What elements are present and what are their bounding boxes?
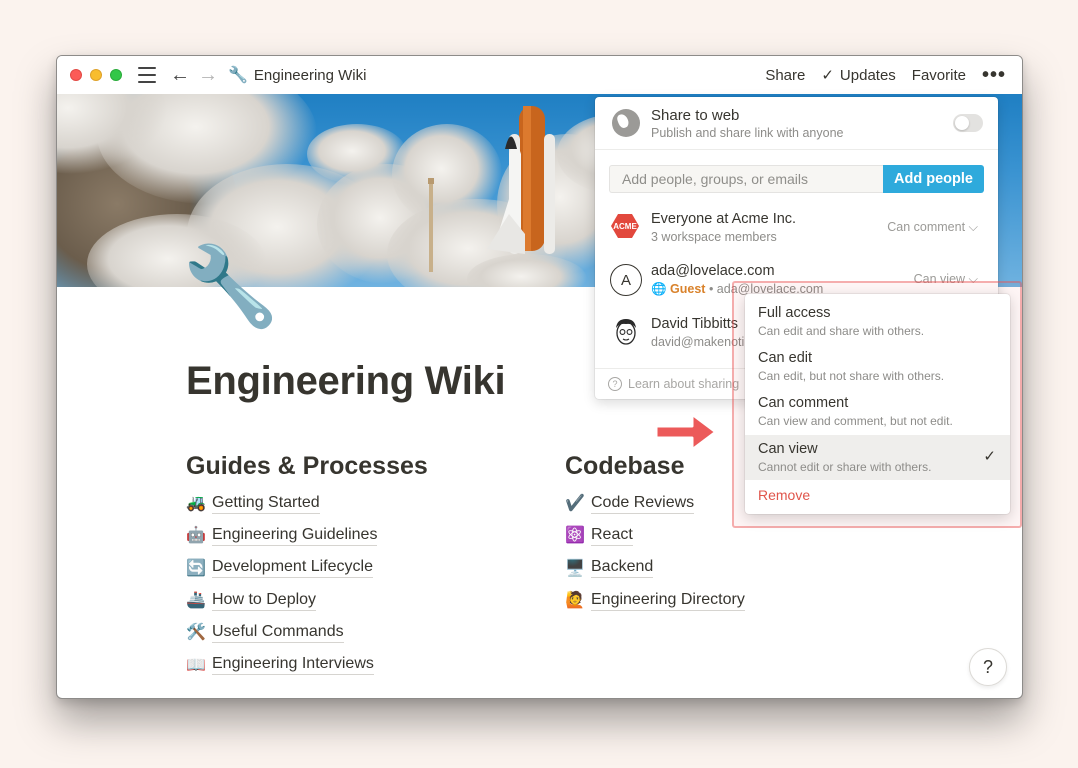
codebase-column: Codebase ✔️ Code Reviews ⚛️ React 🖥️ Backen…: [565, 452, 745, 616]
option-description: Can view and comment, but not edit.: [758, 414, 953, 428]
page-icon-wrench[interactable]: 🔧: [182, 241, 279, 333]
more-options-icon[interactable]: •••: [982, 64, 1006, 87]
favorite-button[interactable]: Favorite: [912, 67, 966, 84]
link-label: Engineering Interviews: [212, 654, 374, 676]
breadcrumb-page-title[interactable]: Engineering Wiki: [254, 67, 367, 84]
updates-button[interactable]: ✓ Updates: [821, 66, 895, 84]
permission-option-can-view[interactable]: Can view Cannot edit or share with other…: [745, 435, 1010, 480]
share-button[interactable]: Share: [765, 67, 805, 84]
robot-icon: 🤖: [186, 527, 206, 545]
checkmark-icon: ✓: [983, 448, 996, 465]
updates-label: Updates: [839, 67, 896, 84]
column-heading: Guides & Processes: [186, 452, 428, 480]
guest-badge: 🌐 Guest: [651, 282, 706, 296]
title-bar: ← → 🔧 Engineering Wiki Share ✓ Updates Fa…: [57, 56, 1022, 94]
link-label: React: [591, 525, 633, 546]
link-label: Code Reviews: [591, 493, 695, 514]
permission-option-can-comment[interactable]: Can comment Can view and comment, but no…: [745, 384, 1010, 429]
option-title: Can comment: [758, 395, 849, 411]
page-title[interactable]: Engineering Wiki: [186, 359, 506, 404]
checkmark-icon: ✔️: [565, 495, 585, 513]
permission-option-full-access[interactable]: Full access Can edit and share with othe…: [745, 294, 1010, 339]
topbar-actions: Share ✓ Updates Favorite •••: [765, 64, 1006, 87]
tractor-icon: 🚜: [186, 495, 206, 513]
avatar: [616, 319, 636, 345]
member-name: Everyone at Acme Inc.: [651, 211, 797, 227]
page-link-engineering-guidelines[interactable]: 🤖 Engineering Guidelines: [186, 519, 428, 551]
permission-dropdown: Full access Can edit and share with othe…: [745, 294, 1010, 514]
pointer-arrow-icon: [654, 412, 718, 452]
share-to-web-toggle[interactable]: [953, 114, 983, 132]
help-button[interactable]: ?: [969, 648, 1007, 686]
option-description: Can edit, but not share with others.: [758, 369, 945, 383]
sidebar-menu-icon[interactable]: [138, 67, 156, 83]
back-arrow-icon[interactable]: ←: [170, 64, 190, 87]
link-label: How to Deploy: [212, 590, 317, 611]
computer-icon: 🖥️: [565, 559, 585, 577]
member-name: David Tibbitts: [651, 316, 739, 332]
avatar: A: [610, 264, 642, 296]
link-label: Getting Started: [212, 493, 320, 514]
page-link-development-lifecycle[interactable]: 🔄 Development Lifecycle: [186, 552, 428, 584]
maximize-window-button[interactable]: [110, 69, 122, 81]
permission-select[interactable]: Can comment ⌵: [887, 220, 978, 235]
page-link-engineering-interviews[interactable]: 📖 Engineering Interviews: [186, 648, 428, 680]
tools-icon: 🛠️: [186, 624, 206, 642]
invite-input[interactable]: [609, 165, 883, 193]
option-description: Cannot edit or share with others.: [758, 460, 932, 474]
breadcrumb-page-icon: 🔧: [228, 67, 248, 84]
option-title: Can view: [758, 441, 818, 457]
guides-column: Guides & Processes 🚜 Getting Started 🤖 Eng…: [186, 452, 428, 681]
member-name: ada@lovelace.com: [651, 263, 775, 279]
window-controls: [70, 69, 122, 81]
link-label: Development Lifecycle: [212, 557, 373, 579]
option-title: Can edit: [758, 350, 813, 366]
check-icon: ✓: [821, 67, 834, 84]
raised-hand-icon: 🙋: [565, 592, 585, 610]
member-row[interactable]: ACME Everyone at Acme Inc. 3 workspace m…: [595, 211, 998, 263]
atom-icon: ⚛️: [565, 527, 585, 545]
close-window-button[interactable]: [70, 69, 82, 81]
page-link-getting-started[interactable]: 🚜 Getting Started: [186, 487, 428, 519]
forward-arrow-icon[interactable]: →: [198, 64, 218, 87]
column-heading: Codebase: [565, 452, 685, 480]
book-icon: 📖: [186, 656, 206, 674]
page-link-how-to-deploy[interactable]: 🚢 How to Deploy: [186, 584, 428, 616]
learn-about-sharing-link[interactable]: Learn about sharing: [628, 377, 739, 391]
page-link-code-reviews[interactable]: ✔️ Code Reviews: [565, 487, 745, 519]
remove-button[interactable]: Remove: [758, 487, 810, 503]
link-label: Useful Commands: [212, 622, 344, 643]
option-description: Can edit and share with others.: [758, 324, 925, 338]
page-link-engineering-directory[interactable]: 🙋 Engineering Directory: [565, 584, 745, 616]
question-icon: ?: [608, 377, 622, 391]
link-label: Backend: [591, 557, 654, 579]
minimize-window-button[interactable]: [90, 69, 102, 81]
member-subtitle: 3 workspace members: [651, 230, 777, 244]
invite-row: Add people: [609, 165, 984, 193]
cycle-icon: 🔄: [186, 559, 206, 577]
option-title: Full access: [758, 305, 831, 321]
globe-icon: [612, 109, 640, 137]
share-to-web-title: Share to web: [651, 107, 740, 124]
ship-icon: 🚢: [186, 592, 206, 610]
member-subtitle: david@makenoti: [651, 335, 745, 349]
add-people-button[interactable]: Add people: [883, 165, 984, 193]
page-link-backend[interactable]: 🖥️ Backend: [565, 552, 745, 584]
link-label: Engineering Guidelines: [212, 525, 378, 546]
page-link-react[interactable]: ⚛️ React: [565, 519, 745, 551]
page-link-useful-commands[interactable]: 🛠️ Useful Commands: [186, 616, 428, 648]
acme-logo: ACME: [611, 214, 639, 238]
share-to-web-subtitle: Publish and share link with anyone: [651, 126, 844, 140]
share-to-web-row[interactable]: Share to web Publish and share link with…: [595, 97, 998, 150]
link-label: Engineering Directory: [591, 590, 745, 611]
permission-option-can-edit[interactable]: Can edit Can edit, but not share with ot…: [745, 339, 1010, 384]
